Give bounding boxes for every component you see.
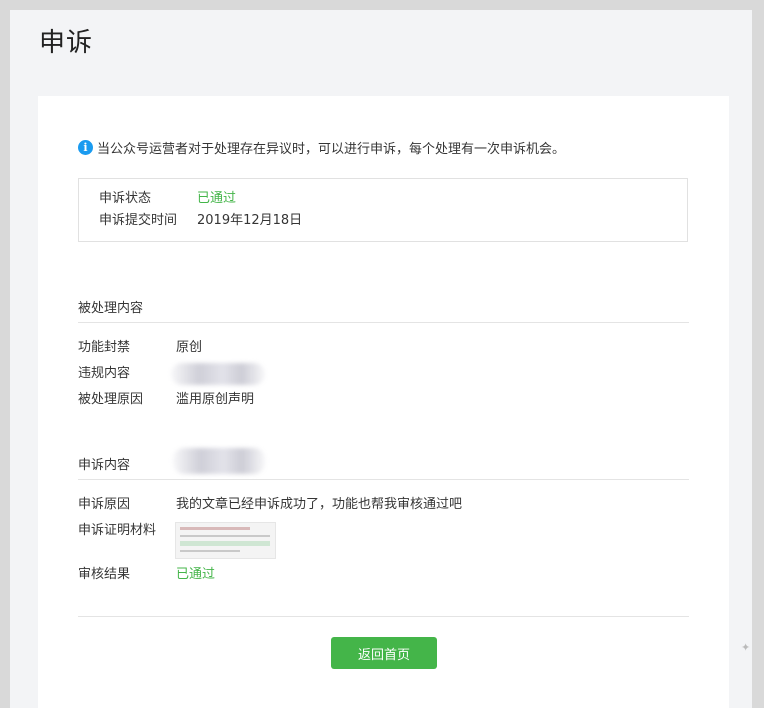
appeal-section-heading: 申诉内容 bbox=[78, 458, 131, 473]
submit-time-row: 申诉提交时间 2019年12月18日 bbox=[99, 211, 302, 231]
appeal-card: i 当公众号运营者对于处理存在异议时，可以进行申诉，每个处理有一次申诉机会。 申… bbox=[38, 96, 729, 708]
processed-reason-row: 被处理原因 滥用原创声明 bbox=[78, 390, 254, 410]
violation-row: 违规内容 bbox=[78, 364, 176, 384]
status-label: 申诉状态 bbox=[99, 191, 152, 206]
evidence-thumbnail[interactable] bbox=[175, 522, 276, 559]
section-divider bbox=[78, 322, 689, 323]
function-ban-label: 功能封禁 bbox=[78, 340, 131, 355]
result-label: 审核结果 bbox=[78, 567, 131, 582]
function-ban-row: 功能封禁 原创 bbox=[78, 338, 202, 358]
status-row: 申诉状态 已通过 bbox=[99, 189, 236, 209]
processed-section-heading: 被处理内容 bbox=[78, 301, 144, 316]
violation-content-blurred bbox=[171, 363, 265, 385]
result-value: 已通过 bbox=[176, 567, 216, 582]
section-divider bbox=[78, 479, 689, 480]
submit-time-value: 2019年12月18日 bbox=[197, 213, 303, 228]
notice-text: 当公众号运营者对于处理存在异议时，可以进行申诉，每个处理有一次申诉机会。 bbox=[97, 142, 566, 157]
footer-divider bbox=[78, 616, 689, 617]
evidence-row: 申诉证明材料 bbox=[78, 521, 176, 541]
notice-banner: i 当公众号运营者对于处理存在异议时，可以进行申诉，每个处理有一次申诉机会。 bbox=[78, 138, 565, 157]
processed-reason-label: 被处理原因 bbox=[78, 392, 144, 407]
appeal-reason-label: 申诉原因 bbox=[78, 497, 131, 512]
status-box: 申诉状态 已通过 申诉提交时间 2019年12月18日 bbox=[78, 178, 688, 242]
page-title: 申诉 bbox=[39, 28, 94, 58]
submit-time-label: 申诉提交时间 bbox=[99, 213, 178, 228]
back-home-button[interactable]: 返回首页 bbox=[331, 637, 437, 669]
info-icon: i bbox=[78, 140, 93, 155]
appeal-reason-row: 申诉原因 我的文章已经申诉成功了，功能也帮我审核通过吧 bbox=[78, 495, 462, 515]
function-ban-value: 原创 bbox=[176, 340, 203, 355]
pin-icon: ✦ bbox=[741, 641, 751, 654]
evidence-label: 申诉证明材料 bbox=[78, 523, 157, 538]
status-value: 已通过 bbox=[197, 191, 237, 206]
result-row: 审核结果 已通过 bbox=[78, 565, 215, 585]
appeal-content-blurred bbox=[173, 448, 265, 474]
violation-label: 违规内容 bbox=[78, 366, 131, 381]
appeal-reason-value: 我的文章已经申诉成功了，功能也帮我审核通过吧 bbox=[176, 497, 463, 512]
processed-reason-value: 滥用原创声明 bbox=[176, 392, 255, 407]
app-window: 申诉 i 当公众号运营者对于处理存在异议时，可以进行申诉，每个处理有一次申诉机会… bbox=[10, 10, 752, 708]
